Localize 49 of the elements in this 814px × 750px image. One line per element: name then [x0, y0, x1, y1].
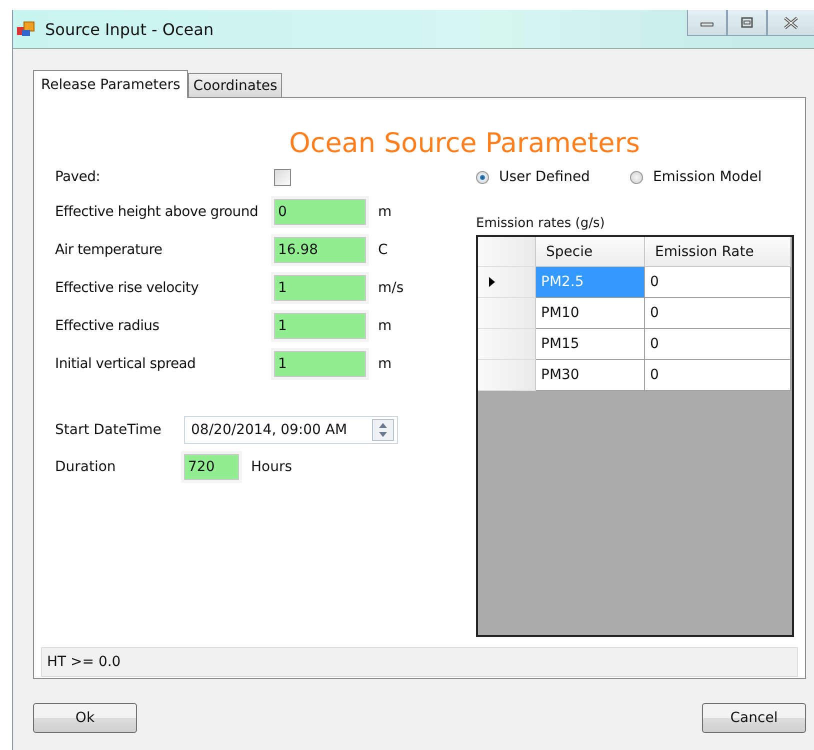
- table-cell[interactable]: PM30: [536, 360, 645, 391]
- unit-label: Hours: [251, 458, 292, 474]
- field-label: Effective radius: [55, 318, 160, 334]
- dialog-button[interactable]: Ok: [33, 703, 137, 733]
- column-header[interactable]: Specie: [536, 237, 645, 267]
- dialog-button[interactable]: Cancel: [702, 703, 806, 733]
- unit-label: C: [378, 242, 388, 258]
- field-label: Air temperature: [55, 242, 164, 258]
- maximize-button[interactable]: [727, 10, 767, 36]
- table-cell[interactable]: PM10: [536, 298, 645, 329]
- table-cell[interactable]: 0: [645, 360, 791, 391]
- radio-option[interactable]: Emission Model: [630, 169, 762, 185]
- section-heading: Ocean Source Parameters: [288, 127, 641, 161]
- input-field[interactable]: 1: [274, 313, 366, 339]
- minimize-button[interactable]: [687, 10, 727, 36]
- field-label: Initial vertical spread: [55, 356, 197, 372]
- date-time-picker[interactable]: 08/20/2014, 09:00 AM: [184, 416, 398, 444]
- close-icon: [783, 16, 799, 28]
- input-field[interactable]: 1: [274, 351, 366, 377]
- window-title: Source Input - Ocean: [45, 20, 214, 38]
- unit-label: m: [378, 356, 392, 372]
- field-label: Start DateTime: [55, 422, 162, 438]
- tab[interactable]: Coordinates: [188, 73, 282, 97]
- table-cell[interactable]: PM15: [536, 329, 645, 360]
- unit-label: m: [378, 318, 392, 334]
- spinner-icon[interactable]: [372, 418, 394, 440]
- table-cell[interactable]: 0: [645, 267, 791, 298]
- app-icon: [17, 21, 35, 37]
- field-label: Paved:: [55, 169, 102, 185]
- maximize-icon: [740, 16, 754, 28]
- field-label: Duration: [55, 458, 117, 474]
- field-label: Effective rise velocity: [55, 280, 200, 296]
- table-cell[interactable]: 0: [645, 329, 791, 360]
- header-cell: [478, 237, 536, 267]
- tab[interactable]: Release Parameters: [33, 70, 188, 98]
- unit-label: m/s: [378, 280, 404, 296]
- unit-label: m: [378, 204, 392, 220]
- input-field[interactable]: 0: [274, 199, 366, 225]
- close-button[interactable]: [767, 10, 814, 36]
- input-field[interactable]: 16.98: [274, 237, 366, 263]
- field-label: Effective height above ground: [55, 204, 260, 220]
- radio-option[interactable]: User Defined: [476, 169, 590, 185]
- row-pointer-icon: [488, 276, 496, 288]
- column-header[interactable]: Emission Rate: [645, 237, 791, 267]
- status-bar: HT >= 0.0: [41, 647, 798, 677]
- table-caption: Emission rates (g/s): [476, 216, 606, 231]
- input-field[interactable]: 1: [274, 275, 366, 301]
- table-cell[interactable]: 0: [645, 298, 791, 329]
- checkbox[interactable]: [274, 168, 291, 186]
